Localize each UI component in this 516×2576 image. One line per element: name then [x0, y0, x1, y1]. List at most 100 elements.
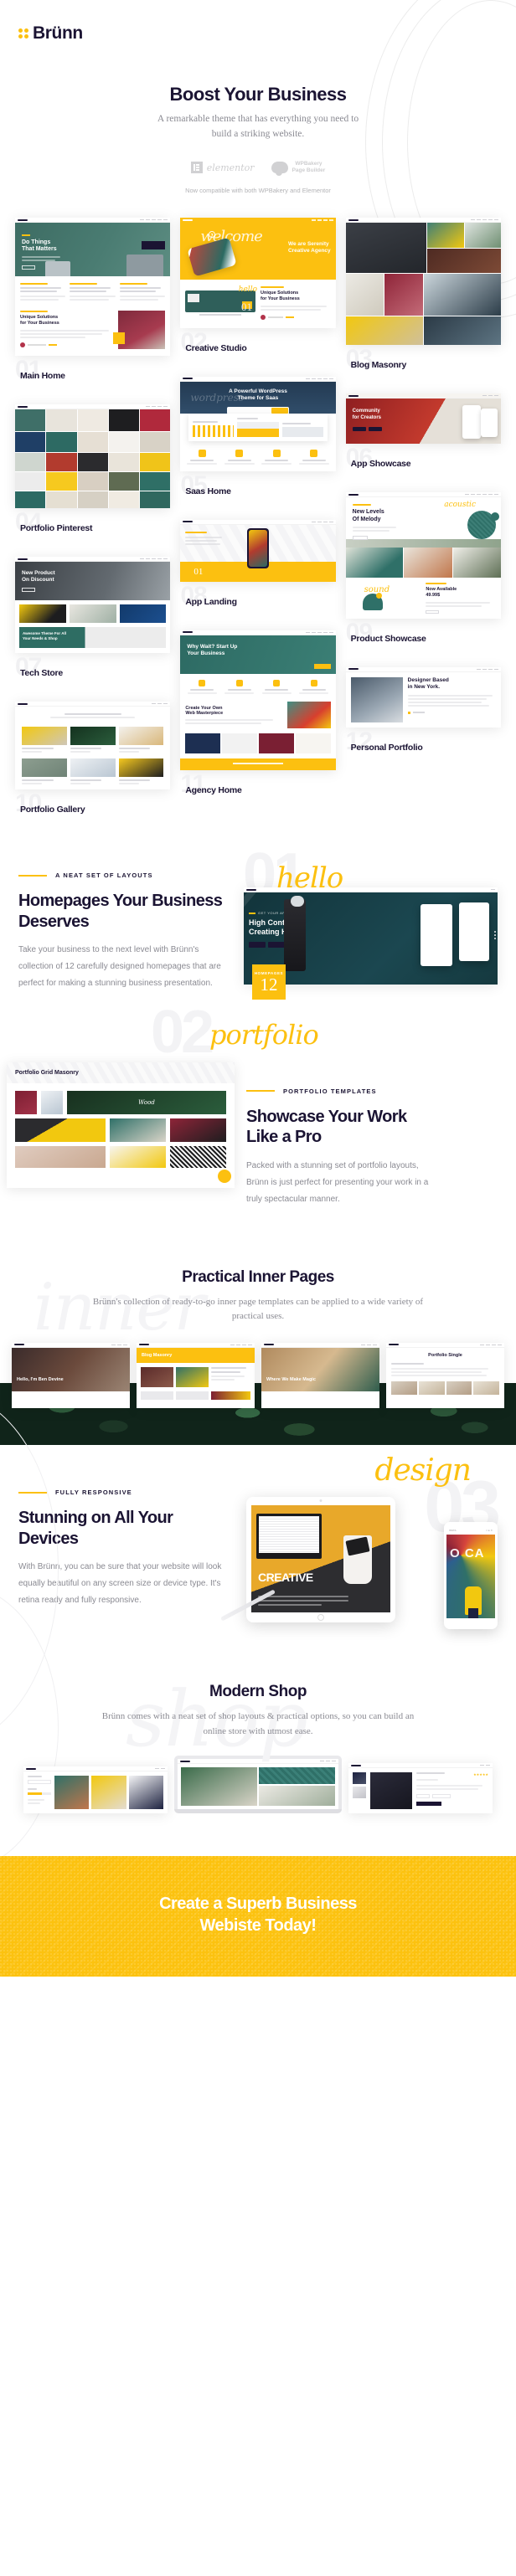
responsive-body: With Brünn, you can be sure that your we… — [18, 1561, 222, 1605]
shop-thumbnail[interactable] — [23, 1766, 168, 1814]
eyebrow-text: A NEAT SET OF LAYOUTS — [55, 872, 153, 880]
demo-column-2: welcome We are SerenityCreative Agency — [180, 218, 336, 819]
eyebrow-text: PORTFOLIO TEMPLATES — [283, 1087, 377, 1095]
site-header: Brünn — [0, 0, 516, 44]
demo-thumbnail[interactable]: A Powerful WordPress Theme for Saas wordp… — [180, 376, 336, 471]
portfolio-title: Showcase Your Work Like a Pro — [246, 1107, 407, 1147]
wpbakery-badge: WPBakery Page Builder — [271, 161, 326, 177]
eyebrow-rule — [246, 1090, 275, 1093]
demo-item[interactable]: Designer Based in New York. 12 Personal P… — [345, 666, 501, 773]
portfolio-body: Packed with a stunning set of portfolio … — [246, 1160, 429, 1204]
eyebrow-rule — [18, 1491, 47, 1494]
inner-pages-strip: Hello, I'm Ben Devine Blog Masonry Where… — [0, 1342, 516, 1445]
demo-title: Agency Home — [185, 784, 242, 795]
demo-item[interactable]: Do Things That Matters Unique Solutions … — [15, 218, 171, 401]
shop-devices: ★★★★★ — [0, 1756, 516, 1856]
hero-section: Boost Your Business A remarkable theme t… — [0, 44, 516, 194]
elementor-icon — [190, 162, 203, 174]
homepages-count-badge: HOMEPAGES 12 — [252, 964, 286, 1000]
portfolio-eyebrow: PORTFOLIO TEMPLATES — [246, 1087, 439, 1095]
wpbakery-line2: Page Builder — [292, 167, 326, 174]
inner-pages-body: Brünn's collection of ready-to-go inner … — [92, 1296, 424, 1322]
elementor-label: elementor — [206, 162, 255, 173]
responsive-eyebrow: FULLY RESPONSIVE — [18, 1489, 226, 1496]
demo-column-3: 03 Blog Masonry Community for Creators 0… — [345, 218, 501, 776]
demo-item[interactable]: welcome We are SerenityCreative Agency — [180, 218, 336, 373]
tablet-device: CREATIVE — [246, 1496, 395, 1622]
demo-title: Saas Home — [185, 486, 231, 496]
demo-thumbnail[interactable] — [345, 218, 501, 346]
demo-thumbnail[interactable]: New Product On Discount Awesome Theme For… — [15, 557, 171, 654]
demo-thumbnail[interactable]: Do Things That Matters Unique Solutions … — [15, 218, 171, 357]
demo-item[interactable]: 03 Blog Masonry — [345, 218, 501, 390]
demo-item[interactable]: 10 Portfolio Gallery — [15, 702, 171, 835]
demo-item[interactable]: New Levels Of Melody acoustic sound Now … — [345, 492, 501, 664]
inner-page-thumbnail[interactable]: Hello, I'm Ben Devine — [12, 1342, 130, 1408]
shop-title: Modern Shop — [209, 1682, 307, 1700]
inner-page-thumbnail[interactable]: Portfolio Single — [386, 1342, 504, 1408]
script-word-design: design — [374, 1453, 472, 1488]
shop-thumbnail[interactable]: ★★★★★ — [348, 1763, 493, 1814]
demo-title: App Showcase — [350, 459, 411, 470]
inner-shot-label: Blog Masonry — [142, 1352, 173, 1358]
wpbakery-line1: WPBakery — [295, 160, 322, 167]
phone-device: INSTA □ ● ✕ O CA — [444, 1521, 498, 1629]
tablet-word: CREATIVE — [258, 1570, 313, 1584]
demo-thumbnail[interactable] — [15, 404, 171, 509]
demo-title: Main Home — [20, 371, 65, 382]
homepages-eyebrow: A NEAT SET OF LAYOUTS — [18, 872, 232, 879]
inner-page-thumbnail[interactable]: Blog Masonry — [137, 1342, 255, 1408]
wpbakery-label: WPBakery Page Builder — [292, 161, 326, 176]
demo-thumbnail[interactable] — [15, 702, 171, 790]
shop-macbook[interactable] — [174, 1756, 342, 1814]
demo-thumbnail[interactable]: Why Wait? Start Up Your Business Create Y… — [180, 630, 336, 770]
demo-title: Creative Studio — [185, 342, 247, 353]
portfolio-screenshot[interactable]: Portfolio Grid Masonry Wood — [7, 1062, 235, 1188]
portfolio-section: 02 portfolio Portfolio Grid Masonry Wood — [0, 1002, 516, 1221]
cta-footer: Create a Superb Business Webiste Today! — [0, 1856, 516, 1977]
inner-shot-label: Hello, I'm Ben Devine — [17, 1377, 64, 1383]
responsive-title: Stunning on All Your Devices — [18, 1509, 173, 1548]
portfolio-copy: PORTFOLIO TEMPLATES Showcase Your Work L… — [246, 1041, 439, 1208]
demo-title: Portfolio Pinterest — [20, 523, 93, 534]
brand-name: Brünn — [33, 23, 83, 43]
demo-item[interactable]: 01 08 App Landing — [180, 519, 336, 627]
homepages-section: 01 hello A NEAT SET OF LAYOUTS Homepages… — [0, 838, 516, 1005]
eyebrow-rule — [18, 874, 47, 877]
portfolio-tile-word: Wood — [138, 1098, 155, 1106]
wpbakery-cloud-icon — [271, 162, 288, 177]
hero-title: Boost Your Business — [169, 84, 347, 105]
responsive-copy: FULLY RESPONSIVE Stunning on All Your De… — [18, 1489, 226, 1631]
brand-logo[interactable]: Brünn — [18, 23, 516, 44]
portfolio-preview-label: Portfolio Grid Masonry — [15, 1069, 79, 1076]
logo-dots-icon — [18, 28, 28, 39]
homepages-preview[interactable]: GET YOUR APP High Contrast Creating Here … — [244, 879, 498, 1000]
demo-title: Product Showcase — [350, 633, 426, 644]
inner-shot-label: Portfolio Single — [428, 1352, 462, 1358]
demo-title: App Landing — [185, 596, 237, 607]
demo-title: Portfolio Gallery — [20, 805, 85, 815]
demo-item[interactable]: Community for Creators 06 App Showcase — [345, 393, 501, 489]
demo-item[interactable]: A Powerful WordPress Theme for Saas wordp… — [180, 376, 336, 517]
compatibility-note: Now compatible with both WPBakery and El… — [185, 187, 331, 195]
portfolio-preview[interactable]: Portfolio Grid Masonry Wood — [0, 1062, 235, 1188]
phone-word: O CA — [450, 1545, 485, 1561]
cta-title: Create a Superb Business Webiste Today! — [0, 1893, 516, 1936]
demo-item[interactable]: Why Wait? Start Up Your Business Create Y… — [180, 630, 336, 815]
elementor-badge: elementor — [190, 162, 255, 174]
homepages-body: Take your business to the next level wit… — [18, 944, 221, 988]
shop-section: shop Modern Shop Brünn comes with a neat… — [0, 1585, 516, 1870]
inner-pages-title: Practical Inner Pages — [182, 1267, 334, 1286]
demo-thumbnail[interactable]: welcome We are SerenityCreative Agency — [180, 218, 336, 328]
demo-thumbnail[interactable]: 01 — [180, 519, 336, 582]
demo-item[interactable]: New Product On Discount Awesome Theme For… — [15, 557, 171, 698]
inner-page-thumbnail[interactable]: Where We Make Magic — [261, 1342, 379, 1408]
landing-page: Brünn Boost Your Business A remarkable t… — [0, 0, 516, 1977]
demo-grid: Do Things That Matters Unique Solutions … — [0, 194, 516, 838]
eyebrow-text: FULLY RESPONSIVE — [55, 1489, 132, 1497]
badge-number: 12 — [260, 974, 278, 995]
demo-thumbnail[interactable]: New Levels Of Melody acoustic sound Now … — [345, 492, 501, 619]
demo-thumbnail[interactable]: Community for Creators — [345, 393, 501, 445]
demo-thumbnail[interactable]: Designer Based in New York. — [345, 666, 501, 728]
demo-item[interactable]: 04 Portfolio Pinterest — [15, 404, 171, 553]
